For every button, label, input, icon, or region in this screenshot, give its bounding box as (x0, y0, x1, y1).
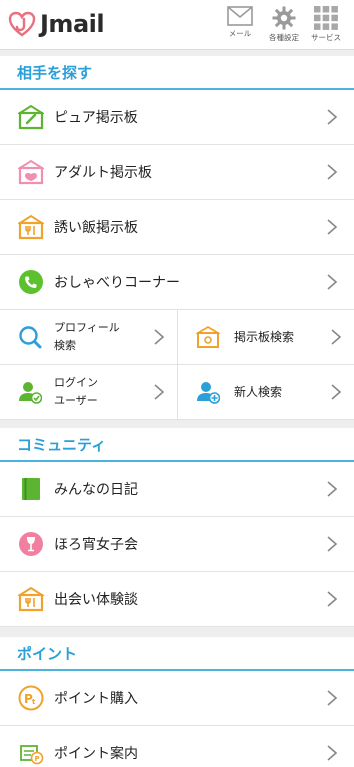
search-grid-row: プロフィール 検索 掲示板検索 (0, 310, 354, 365)
login-user-icon (19, 382, 42, 404)
menu-item-adult-board[interactable]: アダルト掲示板 (0, 145, 354, 200)
section-find-partner: 相手を探す ピュア掲示板 アダルト掲示板 誘い飯掲示板 おしゃべりコーナー プロ… (0, 56, 354, 420)
menu-item-label: ポイント購入 (54, 691, 138, 707)
chevron-right-icon (154, 384, 165, 400)
chevron-right-icon (327, 536, 338, 552)
board-search-button[interactable]: 掲示板検索 (177, 310, 354, 364)
label-line-1: ログイン (54, 376, 98, 389)
grid-icon (314, 6, 338, 30)
profile-search-button[interactable]: プロフィール 検索 (0, 310, 177, 364)
menu-item-girls-party[interactable]: ほろ宵女子会 (0, 517, 354, 572)
section-points: ポイント P t ポイント購入 P ポイント案内 (0, 637, 354, 767)
search-icon (19, 326, 42, 349)
services-button-label: サービス (311, 33, 341, 42)
new-user-search-button[interactable]: 新人検索 (177, 365, 354, 419)
menu-item-meal-board[interactable]: 誘い飯掲示板 (0, 200, 354, 255)
chevron-right-icon (154, 329, 165, 345)
experience-board-icon (18, 586, 44, 612)
section-header: コミュニティ (0, 428, 354, 462)
menu-item-diary[interactable]: みんなの日記 (0, 462, 354, 517)
menu-item-points-guide[interactable]: P ポイント案内 (0, 726, 354, 767)
chevron-right-icon (327, 109, 338, 125)
chevron-right-icon (327, 591, 338, 607)
chevron-right-icon (327, 274, 338, 290)
adult-board-icon (18, 159, 44, 185)
menu-item-chat-corner[interactable]: おしゃべりコーナー (0, 255, 354, 310)
mail-button[interactable]: メール (220, 6, 260, 39)
settings-button[interactable]: 各種設定 (264, 6, 304, 43)
logo-heart-icon (8, 11, 36, 37)
label-line-2: ユーザー (54, 394, 98, 407)
chevron-right-icon (327, 745, 338, 761)
wine-icon (19, 532, 43, 556)
label-line-1: プロフィール (54, 321, 120, 334)
section-header: 相手を探す (0, 56, 354, 90)
menu-item-label: ポイント案内 (54, 746, 138, 762)
section-title: コミュニティ (17, 435, 107, 454)
search-grid-row: ログイン ユーザー 新人検索 (0, 365, 354, 420)
section-title: ポイント (17, 644, 78, 663)
meal-board-icon (18, 214, 44, 240)
services-button[interactable]: サービス (306, 6, 346, 43)
pure-board-icon (18, 104, 44, 130)
chevron-right-icon (331, 329, 342, 345)
logo-text: Jmail (40, 10, 105, 38)
menu-item-experience-stories[interactable]: 出会い体験談 (0, 572, 354, 627)
menu-item-label: 誘い飯掲示板 (54, 220, 138, 236)
login-user-button[interactable]: ログイン ユーザー (0, 365, 177, 419)
login-user-label: ログイン ユーザー (54, 374, 98, 410)
new-user-icon (197, 382, 220, 404)
new-user-search-label: 新人検索 (234, 385, 283, 399)
settings-button-label: 各種設定 (269, 33, 299, 42)
chevron-right-icon (327, 690, 338, 706)
svg-text:P: P (35, 755, 40, 763)
point-coin-icon: P t (18, 685, 44, 711)
label-line-2: 検索 (54, 339, 76, 352)
menu-item-label: アダルト掲示板 (54, 165, 152, 181)
chevron-right-icon (331, 384, 342, 400)
board-search-label: 掲示板検索 (234, 330, 295, 344)
diary-icon (22, 478, 40, 500)
chevron-right-icon (327, 481, 338, 497)
gear-icon (272, 6, 296, 30)
board-search-icon (196, 325, 220, 348)
phone-icon (19, 270, 43, 294)
menu-item-label: ピュア掲示板 (54, 110, 138, 126)
menu-item-label: 出会い体験談 (54, 592, 138, 608)
section-community: コミュニティ みんなの日記 ほろ宵女子会 出会い体験談 (0, 428, 354, 627)
point-guide-icon: P (20, 745, 44, 765)
mail-icon (227, 6, 253, 26)
chevron-right-icon (327, 164, 338, 180)
section-header: ポイント (0, 637, 354, 671)
mail-button-label: メール (228, 29, 252, 38)
menu-item-label: みんなの日記 (54, 482, 138, 498)
menu-item-buy-points[interactable]: P t ポイント購入 (0, 671, 354, 726)
chevron-right-icon (327, 219, 338, 235)
logo[interactable]: Jmail (8, 10, 105, 38)
profile-search-label: プロフィール 検索 (54, 319, 120, 355)
menu-item-label: ほろ宵女子会 (54, 537, 138, 553)
section-title: 相手を探す (17, 63, 93, 82)
menu-item-pure-board[interactable]: ピュア掲示板 (0, 90, 354, 145)
app-header: Jmail メール 各種設定 サービス (0, 0, 354, 50)
menu-item-label: おしゃべりコーナー (54, 275, 180, 291)
